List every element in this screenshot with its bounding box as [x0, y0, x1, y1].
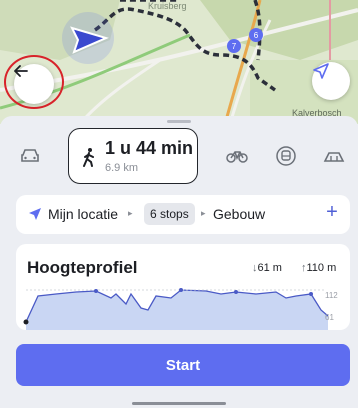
bicycle-icon — [226, 151, 248, 163]
route-destination[interactable]: Gebouw — [213, 206, 265, 222]
walking-icon — [83, 148, 94, 167]
navigation-arrow-icon — [313, 63, 329, 79]
arrow-left-icon — [14, 65, 28, 77]
descent-value: ↓61 m — [252, 262, 282, 274]
start-button[interactable]: Start — [16, 344, 350, 386]
chevron-right-icon: ▸ — [128, 208, 133, 218]
route-origin[interactable]: Mijn locatie — [48, 206, 118, 222]
navigation-arrow-icon — [29, 208, 41, 220]
my-location-button[interactable] — [312, 62, 350, 100]
transport-modes: 1 u 44 min 6.9 km — [0, 128, 358, 184]
mode-transit[interactable] — [272, 142, 300, 170]
car-icon — [21, 149, 39, 162]
route-sheet: 1 u 44 min 6.9 km Mijn locatie ▸ 6 stops… — [0, 116, 358, 408]
stops-badge[interactable]: 6 stops — [144, 203, 195, 225]
elevation-profile[interactable]: Hoogteprofiel ↓61 m ↑110 m 112 61 — [16, 244, 350, 330]
elevation-title: Hoogteprofiel — [27, 258, 138, 277]
more-icon — [323, 152, 345, 162]
route-summary[interactable]: Mijn locatie ▸ 6 stops ▸ Gebouw + — [16, 195, 350, 234]
route-duration: 1 u 44 min — [105, 138, 194, 158]
home-indicator — [132, 402, 226, 405]
elevation-chart — [23, 288, 329, 330]
map-view[interactable]: 76 Kruisberg Kalverbosch — [0, 0, 358, 124]
ascent-value: ↑110 m — [301, 262, 337, 274]
elevation-tick-high: 112 — [325, 291, 338, 300]
map-pin-label: 6 — [254, 31, 259, 40]
route-distance: 6.9 km — [105, 162, 139, 174]
map-pin-label: 7 — [232, 42, 237, 51]
map-canvas: 76 — [0, 0, 358, 124]
sheet-handle[interactable] — [167, 120, 191, 123]
mode-walking[interactable]: 1 u 44 min 6.9 km — [68, 128, 198, 184]
back-button[interactable] — [14, 64, 54, 104]
chevron-right-icon: ▸ — [201, 208, 206, 218]
elevation-tick-low: 61 — [325, 313, 334, 322]
mode-bicycle[interactable] — [223, 142, 251, 170]
transit-icon — [276, 146, 296, 166]
mode-more[interactable] — [320, 142, 348, 170]
mode-car[interactable] — [16, 142, 44, 170]
map-town-label: Kruisberg — [148, 1, 187, 11]
add-stop-button[interactable]: + — [322, 201, 342, 224]
